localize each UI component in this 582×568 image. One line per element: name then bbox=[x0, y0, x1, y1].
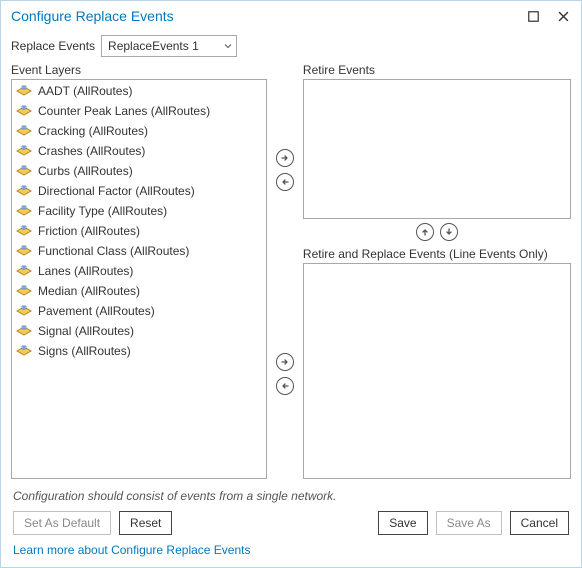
maximize-button[interactable] bbox=[519, 5, 547, 27]
list-item-label: Functional Class (AllRoutes) bbox=[38, 244, 189, 258]
help-link-row: Learn more about Configure Replace Event… bbox=[1, 543, 581, 567]
list-item[interactable]: Curbs (AllRoutes) bbox=[14, 161, 264, 181]
left-column: Event Layers AADT (AllRoutes) Counter Pea… bbox=[11, 63, 267, 479]
layer-icon bbox=[16, 144, 32, 158]
content-area: Event Layers AADT (AllRoutes) Counter Pea… bbox=[1, 63, 581, 485]
toolbar: Replace Events ReplaceEvents 1 bbox=[1, 31, 581, 63]
move-right-button-2[interactable] bbox=[276, 353, 294, 371]
layer-icon bbox=[16, 304, 32, 318]
set-as-default-button[interactable]: Set As Default bbox=[13, 511, 111, 535]
dialog-window: Configure Replace Events Replace Events … bbox=[0, 0, 582, 568]
chevron-down-icon bbox=[224, 39, 232, 53]
list-item[interactable]: Signs (AllRoutes) bbox=[14, 341, 264, 361]
layer-icon bbox=[16, 224, 32, 238]
list-item-label: Crashes (AllRoutes) bbox=[38, 144, 145, 158]
replace-events-label: Replace Events bbox=[11, 39, 95, 53]
list-item-label: Pavement (AllRoutes) bbox=[38, 304, 155, 318]
retire-events-label: Retire Events bbox=[303, 63, 571, 77]
list-item[interactable]: Median (AllRoutes) bbox=[14, 281, 264, 301]
layer-icon bbox=[16, 244, 32, 258]
list-item-label: Cracking (AllRoutes) bbox=[38, 124, 148, 138]
list-item-label: Signal (AllRoutes) bbox=[38, 324, 134, 338]
list-item-label: AADT (AllRoutes) bbox=[38, 84, 132, 98]
layer-icon bbox=[16, 124, 32, 138]
layer-icon bbox=[16, 184, 32, 198]
move-right-button-1[interactable] bbox=[276, 149, 294, 167]
retire-replace-section: Retire and Replace Events (Line Events O… bbox=[303, 247, 571, 479]
move-left-button-2[interactable] bbox=[276, 377, 294, 395]
window-title: Configure Replace Events bbox=[11, 8, 174, 24]
help-link[interactable]: Learn more about Configure Replace Event… bbox=[13, 543, 250, 557]
list-item-label: Median (AllRoutes) bbox=[38, 284, 140, 298]
move-up-button-1[interactable] bbox=[416, 223, 434, 241]
right-column: Retire Events Retire and Replace Events … bbox=[303, 63, 571, 479]
config-note: Configuration should consist of events f… bbox=[1, 485, 581, 511]
layer-icon bbox=[16, 204, 32, 218]
layer-icon bbox=[16, 284, 32, 298]
list-item[interactable]: Counter Peak Lanes (AllRoutes) bbox=[14, 101, 264, 121]
footer: Set As Default Reset Save Save As Cancel bbox=[1, 511, 581, 543]
list-item-label: Directional Factor (AllRoutes) bbox=[38, 184, 195, 198]
replace-events-dropdown[interactable]: ReplaceEvents 1 bbox=[101, 35, 237, 57]
layer-icon bbox=[16, 324, 32, 338]
save-button[interactable]: Save bbox=[378, 511, 427, 535]
list-item-label: Lanes (AllRoutes) bbox=[38, 264, 133, 278]
layer-icon bbox=[16, 164, 32, 178]
retire-events-list[interactable] bbox=[303, 79, 571, 219]
save-as-button[interactable]: Save As bbox=[436, 511, 502, 535]
window-controls bbox=[519, 5, 577, 27]
retire-events-section: Retire Events bbox=[303, 63, 571, 243]
list-item[interactable]: Crashes (AllRoutes) bbox=[14, 141, 264, 161]
move-left-button-1[interactable] bbox=[276, 173, 294, 191]
list-item[interactable]: Pavement (AllRoutes) bbox=[14, 301, 264, 321]
layer-icon bbox=[16, 344, 32, 358]
list-item[interactable]: Cracking (AllRoutes) bbox=[14, 121, 264, 141]
move-down-button-1[interactable] bbox=[440, 223, 458, 241]
list-item-label: Curbs (AllRoutes) bbox=[38, 164, 133, 178]
layer-icon bbox=[16, 264, 32, 278]
event-layers-list[interactable]: AADT (AllRoutes) Counter Peak Lanes (AllR… bbox=[11, 79, 267, 479]
list-item-label: Friction (AllRoutes) bbox=[38, 224, 140, 238]
list-item[interactable]: AADT (AllRoutes) bbox=[14, 81, 264, 101]
retire-replace-list[interactable] bbox=[303, 263, 571, 479]
list-item[interactable]: Friction (AllRoutes) bbox=[14, 221, 264, 241]
list-item-label: Counter Peak Lanes (AllRoutes) bbox=[38, 104, 210, 118]
list-item-label: Signs (AllRoutes) bbox=[38, 344, 131, 358]
layer-icon bbox=[16, 84, 32, 98]
list-item-label: Facility Type (AllRoutes) bbox=[38, 204, 167, 218]
list-item[interactable]: Signal (AllRoutes) bbox=[14, 321, 264, 341]
event-layers-label: Event Layers bbox=[11, 63, 267, 77]
reset-button[interactable]: Reset bbox=[119, 511, 172, 535]
retire-reorder-controls bbox=[303, 219, 571, 243]
list-item[interactable]: Facility Type (AllRoutes) bbox=[14, 201, 264, 221]
retire-replace-label: Retire and Replace Events (Line Events O… bbox=[303, 247, 571, 261]
titlebar: Configure Replace Events bbox=[1, 1, 581, 31]
list-item[interactable]: Lanes (AllRoutes) bbox=[14, 261, 264, 281]
dropdown-value: ReplaceEvents 1 bbox=[108, 39, 199, 53]
transfer-buttons-top bbox=[273, 63, 297, 479]
layer-icon bbox=[16, 104, 32, 118]
close-button[interactable] bbox=[549, 5, 577, 27]
list-item[interactable]: Directional Factor (AllRoutes) bbox=[14, 181, 264, 201]
list-item[interactable]: Functional Class (AllRoutes) bbox=[14, 241, 264, 261]
cancel-button[interactable]: Cancel bbox=[510, 511, 569, 535]
